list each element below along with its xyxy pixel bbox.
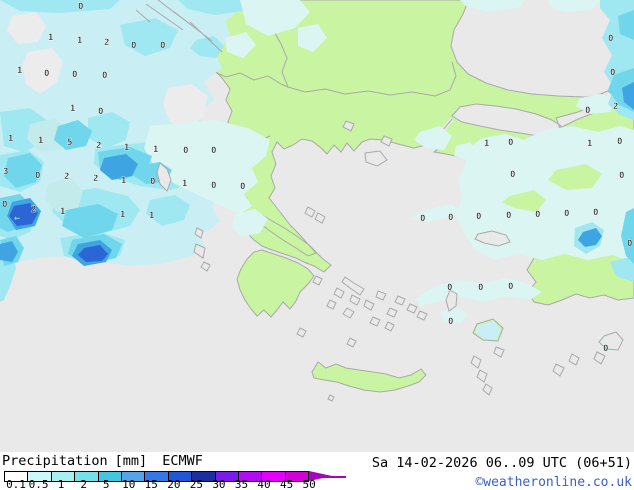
precip-value: 0 <box>619 171 624 181</box>
legend-parameter: Precipitation <box>2 453 108 469</box>
precip-value: 0 <box>506 211 511 221</box>
precip-value: 1 <box>60 207 65 217</box>
copyright-link[interactable]: ©weatheronline.co.uk <box>475 475 632 490</box>
precip-value: 1 <box>121 176 126 186</box>
footer-right: Sa 14-02-2026 06..09 UTC (06+51) ©weathe… <box>372 455 632 490</box>
legend-footer: Precipitation [mm] ECMWF 0.1 0.5 1 2 5 10 15 20 25… <box>0 452 634 490</box>
precip-value: 0 <box>448 317 453 327</box>
precip-value: 1 <box>484 139 489 149</box>
precip-value: 1 <box>8 134 13 144</box>
precip-value: 0 <box>102 71 107 81</box>
precip-value: 0 <box>447 283 452 293</box>
precip-value: 0 <box>585 106 590 116</box>
precip-value: 0 <box>35 171 40 181</box>
legend-model: ECMWF <box>162 453 203 469</box>
precip-value: 0 <box>627 239 632 249</box>
precip-value: 0 <box>476 212 481 222</box>
precip-value: 0 <box>617 137 622 147</box>
precip-value: 0 <box>183 146 188 156</box>
precip-value: 0 <box>564 209 569 219</box>
precip-value: 1 <box>120 210 125 220</box>
precip-value: 0 <box>608 34 613 44</box>
precip-value: 1 <box>48 33 53 43</box>
precip-value: 2 <box>31 205 36 215</box>
precip-value: 0 <box>535 210 540 220</box>
precip-value: 1 <box>17 66 22 76</box>
valid-time: Sa 14-02-2026 06..09 UTC (06+51) <box>371 455 632 471</box>
precip-value: 0 <box>420 214 425 224</box>
precip-value: 0 <box>211 146 216 156</box>
precip-value: 1 <box>38 136 43 146</box>
precip-value: 0 <box>2 200 7 210</box>
precip-value: 0 <box>150 177 155 187</box>
precip-value: 0 <box>610 68 615 78</box>
precip-value: 0 <box>448 213 453 223</box>
precip-value: 1 <box>124 143 129 153</box>
precip-value: 1 <box>70 104 75 114</box>
legend-title: Precipitation [mm] ECMWF <box>2 453 203 469</box>
precip-value: 0 <box>78 2 83 12</box>
precip-value: 5 <box>67 138 72 148</box>
precip-value: 1 <box>182 179 187 189</box>
precipitation-map[interactable]: ← 0 1 1 2 0 0 1 0 0 0 1 0 1 1 5 2 1 1 0 0 3 0 2 2 1 0 1 0 0 0 2 1 1 1 0 0 0 2 1… <box>0 0 634 452</box>
precip-value: 0 <box>160 41 165 51</box>
map-canvas: ← 0 1 1 2 0 0 1 0 0 0 1 0 1 1 5 2 1 1 0 0 3 0 2 2 1 0 1 0 0 0 2 1 1 1 0 0 0 2 1… <box>0 0 634 452</box>
precip-value: 0 <box>603 344 608 354</box>
precip-value: 2 <box>93 174 98 184</box>
precip-value: 0 <box>211 181 216 191</box>
precip-value: 0 <box>510 170 515 180</box>
precip-value: 0 <box>98 107 103 117</box>
precip-value: 2 <box>64 172 69 182</box>
precip-value: 3 <box>3 167 8 177</box>
precip-value: 2 <box>96 141 101 151</box>
precip-value: 0 <box>593 208 598 218</box>
precip-value: 1 <box>587 139 592 149</box>
precip-value: 0 <box>72 70 77 80</box>
precip-value: 1 <box>149 211 154 221</box>
precip-value: 0 <box>240 182 245 192</box>
precip-value: 0 <box>44 69 49 79</box>
precip-value: 0 <box>478 283 483 293</box>
precip-value: 0 <box>508 282 513 292</box>
precip-value: 2 <box>104 38 109 48</box>
precip-value: 1 <box>77 36 82 46</box>
legend-tick: 50 <box>302 478 316 490</box>
precip-value: 0 <box>508 138 513 148</box>
legend-unit: [mm] <box>114 453 148 469</box>
legend-ticks: 0.1 0.5 1 2 5 10 15 20 25 30 35 40 45 50 <box>0 478 360 490</box>
precip-value: 1 <box>153 145 158 155</box>
wind-arrow-icon: ← <box>14 213 20 224</box>
precip-value: 2 <box>613 102 618 112</box>
precip-value: 0 <box>131 41 136 51</box>
weather-map-page: ← 0 1 1 2 0 0 1 0 0 0 1 0 1 1 5 2 1 1 0 0 3 0 2 2 1 0 1 0 0 0 2 1 1 1 0 0 0 2 1… <box>0 0 634 490</box>
